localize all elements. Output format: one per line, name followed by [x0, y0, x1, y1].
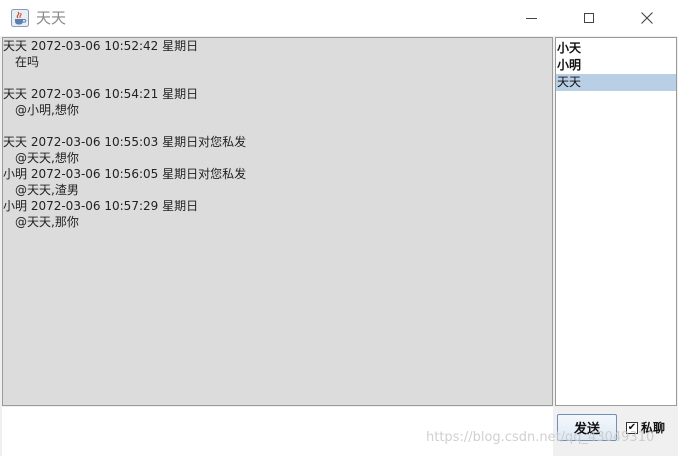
- java-cup-icon: [11, 9, 29, 27]
- message-header: 天天 2072-03-06 10:52:42 星期日: [3, 39, 199, 53]
- message-item: 小明 2072-03-06 10:56:05 星期日对您私发 @天天,渣男: [3, 166, 552, 198]
- maximize-icon: [584, 13, 594, 23]
- message-body: 在吗: [15, 55, 40, 69]
- message-item: 天天 2072-03-06 10:55:03 星期日对您私发 @天天,想你: [3, 134, 552, 166]
- minimize-button[interactable]: [502, 0, 560, 36]
- user-list-item[interactable]: 天天: [556, 74, 676, 91]
- user-list-item[interactable]: 小明: [556, 57, 676, 74]
- title-bar: 天天: [0, 0, 678, 36]
- maximize-button[interactable]: [560, 0, 618, 36]
- message-item: 天天 2072-03-06 10:52:42 星期日在吗: [3, 38, 552, 86]
- message-body: @天天,渣男: [15, 183, 79, 197]
- message-history[interactable]: 天天 2072-03-06 10:52:42 星期日 在吗 天天 2072-03-0…: [2, 37, 553, 406]
- message-header: 小明 2072-03-06 10:57:29 星期日: [3, 199, 199, 213]
- message-body: @天天,那你: [15, 215, 79, 229]
- minimize-icon: [525, 17, 537, 19]
- close-button[interactable]: [618, 0, 676, 36]
- message-header: 天天 2072-03-06 10:54:21 星期日: [3, 87, 199, 101]
- message-header: 小明 2072-03-06 10:56:05 星期日对您私发: [3, 167, 247, 181]
- message-item: 天天 2072-03-06 10:54:21 星期日 @小明,想你: [3, 86, 552, 134]
- window-title: 天天: [36, 9, 67, 27]
- message-body: @小明,想你: [15, 103, 79, 117]
- message-body: @天天,想你: [15, 151, 79, 165]
- message-item: 小明 2072-03-06 10:57:29 星期日 @天天,那你: [3, 198, 552, 230]
- chat-window: 天天 天天 2072-03-06 10:52:42 星期日 在吗 天天 2072-0…: [0, 0, 678, 456]
- close-icon: [641, 12, 653, 24]
- user-list-item[interactable]: 小天: [556, 40, 676, 57]
- message-header: 天天 2072-03-06 10:55:03 星期日对您私发: [3, 135, 247, 149]
- online-user-list[interactable]: 小天 小明 天天: [555, 37, 677, 406]
- watermark: https://blog.csdn.net/qq_43049310: [426, 430, 655, 445]
